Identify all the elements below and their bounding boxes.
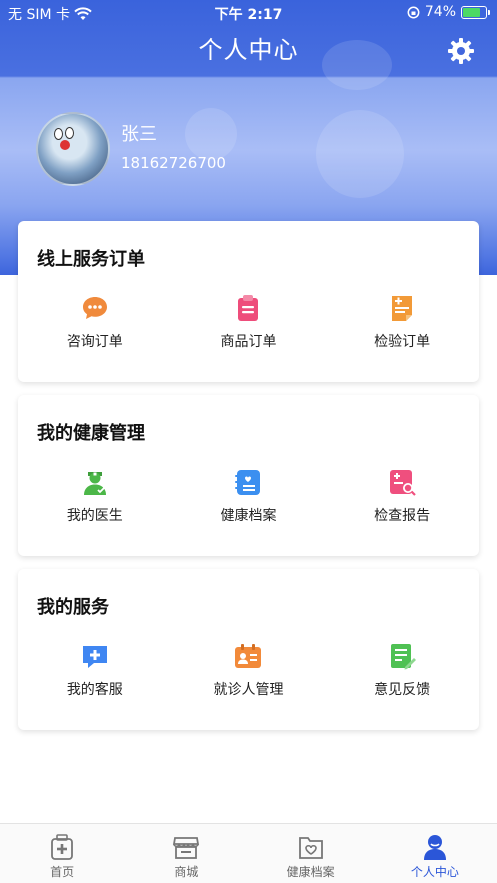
avatar-eye	[54, 128, 63, 140]
item-label: 我的医生	[66, 508, 123, 524]
feedback-button[interactable]: 意见反馈	[325, 641, 479, 699]
tab-label: 个人中心	[410, 865, 459, 879]
feedback-edit-icon	[391, 644, 417, 670]
tab-health-record[interactable]: 健康档案	[249, 824, 373, 883]
item-label: 就诊人管理	[213, 682, 284, 698]
item-label: 商品订单	[220, 334, 277, 350]
decor-bubble	[185, 108, 237, 160]
health-record-icon	[235, 470, 261, 495]
section-title: 线上服务订单	[37, 249, 145, 270]
user-name: 张三	[121, 124, 157, 145]
document-plus-icon	[392, 296, 413, 321]
store-icon	[173, 837, 200, 859]
my-services-card: 我的服务 我的客服 就诊人管理 意见反馈	[18, 569, 479, 730]
report-search-icon	[390, 470, 416, 496]
page-title: 个人中心	[198, 36, 299, 64]
item-label: 检查报告	[374, 508, 431, 524]
item-label: 我的客服	[66, 682, 123, 698]
tab-label: 商城	[174, 865, 199, 879]
decor-bubble	[316, 110, 404, 198]
gear-icon[interactable]	[447, 37, 475, 65]
item-label: 咨询订单	[66, 334, 123, 350]
tab-profile[interactable]: 个人中心	[373, 824, 497, 883]
battery-percent: 74%	[424, 4, 456, 20]
my-doctor-button[interactable]: 我的医生	[18, 467, 172, 525]
health-record-button[interactable]: 健康档案	[172, 467, 326, 525]
section-title: 我的健康管理	[37, 423, 145, 444]
user-phone: 18162726700	[121, 154, 226, 172]
health-management-card: 我的健康管理 我的医生 健康档案 检查报告	[18, 395, 479, 556]
tab-home[interactable]: 首页	[0, 824, 124, 883]
item-label: 意见反馈	[374, 682, 431, 698]
avatar[interactable]	[36, 112, 110, 186]
service-chat-icon	[82, 646, 107, 668]
customer-service-button[interactable]: 我的客服	[18, 641, 172, 699]
orientation-lock-icon	[407, 6, 420, 18]
doctor-icon	[83, 472, 106, 495]
home-medical-icon	[51, 834, 74, 860]
chat-bubble-icon	[82, 297, 107, 319]
section-title: 我的服务	[37, 597, 109, 618]
product-orders-button[interactable]: 商品订单	[172, 293, 326, 351]
avatar-eye	[65, 127, 74, 139]
battery-icon	[461, 5, 490, 19]
check-report-button[interactable]: 检查报告	[325, 467, 479, 525]
patient-management-button[interactable]: 就诊人管理	[172, 641, 326, 699]
status-bar: 无 SIM 卡 下午 2:17 74%	[0, 0, 497, 26]
person-icon	[423, 835, 446, 860]
health-folder-icon	[298, 837, 323, 859]
consult-orders-button[interactable]: 咨询订单	[18, 293, 172, 351]
item-label: 检验订单	[374, 334, 431, 350]
avatar-nose	[60, 140, 70, 150]
tab-label: 首页	[50, 865, 75, 879]
clipboard-icon	[238, 295, 259, 321]
bottom-tab-bar: 首页 商城 健康档案 个人中心	[0, 823, 497, 883]
tab-label: 健康档案	[286, 865, 335, 879]
patient-card-icon	[235, 644, 262, 668]
lab-orders-button[interactable]: 检验订单	[325, 293, 479, 351]
item-label: 健康档案	[220, 508, 277, 524]
tab-store[interactable]: 商城	[124, 824, 248, 883]
online-orders-card: 线上服务订单 咨询订单 商品订单 检验订单	[18, 221, 479, 382]
